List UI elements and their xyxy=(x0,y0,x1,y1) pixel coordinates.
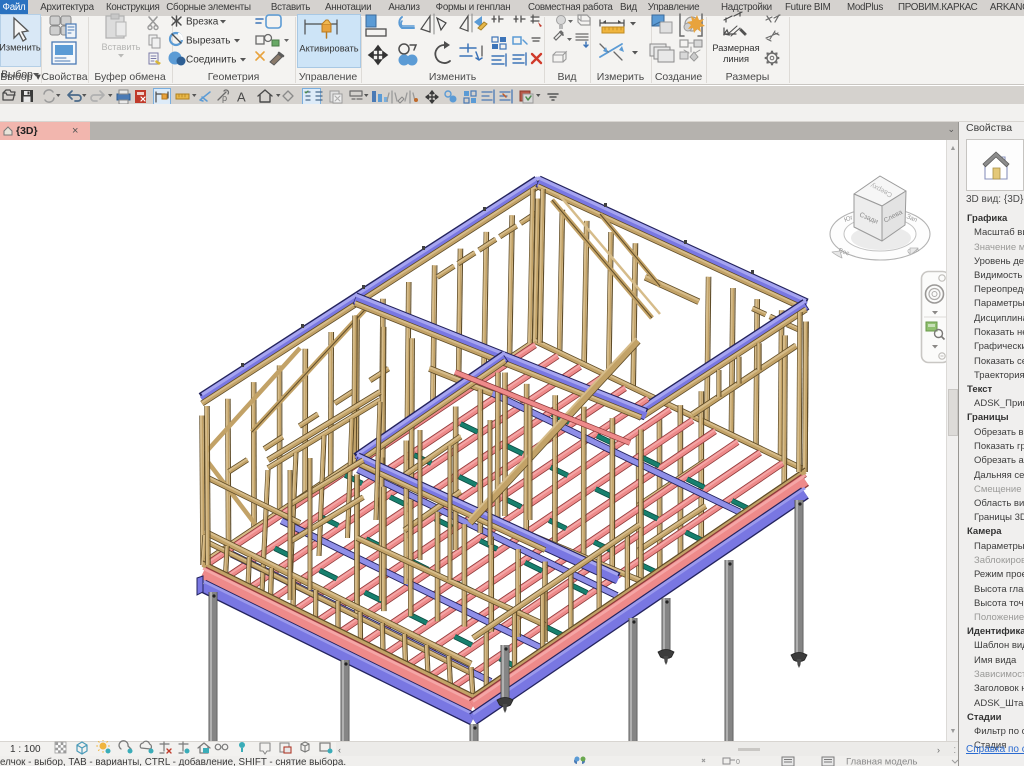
svg-text:Врезка: Врезка xyxy=(186,17,219,28)
svg-text:Изменить: Изменить xyxy=(0,43,41,53)
svg-text:Соединить: Соединить xyxy=(186,55,236,66)
svg-text:линия: линия xyxy=(723,54,749,64)
svg-text:Размерная: Размерная xyxy=(712,43,759,53)
svg-text:Главная модель: Главная модель xyxy=(846,757,917,766)
svg-text:Выбор: Выбор xyxy=(1,69,33,81)
svg-text:Вырезать: Вырезать xyxy=(186,36,230,47)
svg-text:Активировать: Активировать xyxy=(299,44,358,54)
svg-text:Вставить: Вставить xyxy=(102,42,141,52)
svg-text:A: A xyxy=(237,90,246,105)
svg-text:0: 0 xyxy=(736,759,740,766)
svg-text:ρ: ρ xyxy=(222,93,227,103)
